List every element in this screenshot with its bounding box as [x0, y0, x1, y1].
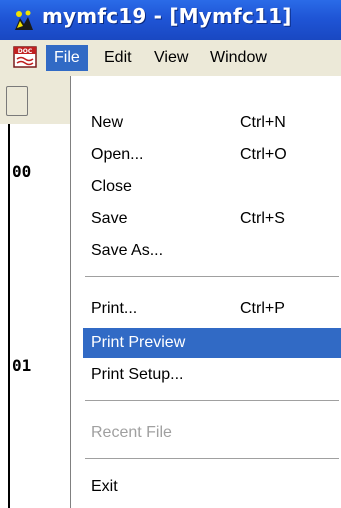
menu-item-save[interactable]: Save Ctrl+S — [83, 204, 341, 234]
menu-item-new[interactable]: New Ctrl+N — [83, 108, 341, 138]
menu-item-exit[interactable]: Exit — [83, 472, 341, 502]
menu-separator — [85, 400, 339, 402]
menu-item-close[interactable]: Close — [83, 172, 341, 202]
title-bar: mymfc19 - [Mymfc11] — [0, 0, 341, 40]
menu-item-print-preview[interactable]: Print Preview — [83, 328, 341, 358]
menu-item-print-setup[interactable]: Print Setup... — [83, 360, 341, 390]
menu-file[interactable]: File — [46, 45, 88, 71]
toolbar-new-button[interactable] — [6, 86, 28, 116]
row-label: 00 — [12, 162, 32, 181]
row-label: 01 — [12, 356, 32, 375]
menu-bar: DOC File Edit View Window — [0, 40, 341, 76]
menu-edit[interactable]: Edit — [96, 45, 140, 71]
menu-window[interactable]: Window — [202, 45, 275, 71]
document-area — [0, 76, 70, 508]
svg-text:DOC: DOC — [18, 48, 33, 55]
menu-item-recent-file: Recent File — [91, 424, 172, 441]
menu-separator — [85, 458, 339, 460]
app-icon[interactable] — [12, 8, 36, 32]
menu-item-print[interactable]: Print... Ctrl+P — [83, 294, 341, 324]
menu-separator — [85, 276, 339, 278]
menu-item-open[interactable]: Open... Ctrl+O — [83, 140, 341, 170]
file-menu-dropdown: New Ctrl+N Open... Ctrl+O Close Save Ctr… — [70, 76, 341, 508]
document-icon[interactable]: DOC — [12, 45, 38, 71]
menu-item-save-as[interactable]: Save As... — [83, 236, 341, 266]
menu-view[interactable]: View — [146, 45, 196, 71]
gridline — [8, 124, 10, 508]
window-title: mymfc19 - [Mymfc11] — [42, 4, 292, 28]
